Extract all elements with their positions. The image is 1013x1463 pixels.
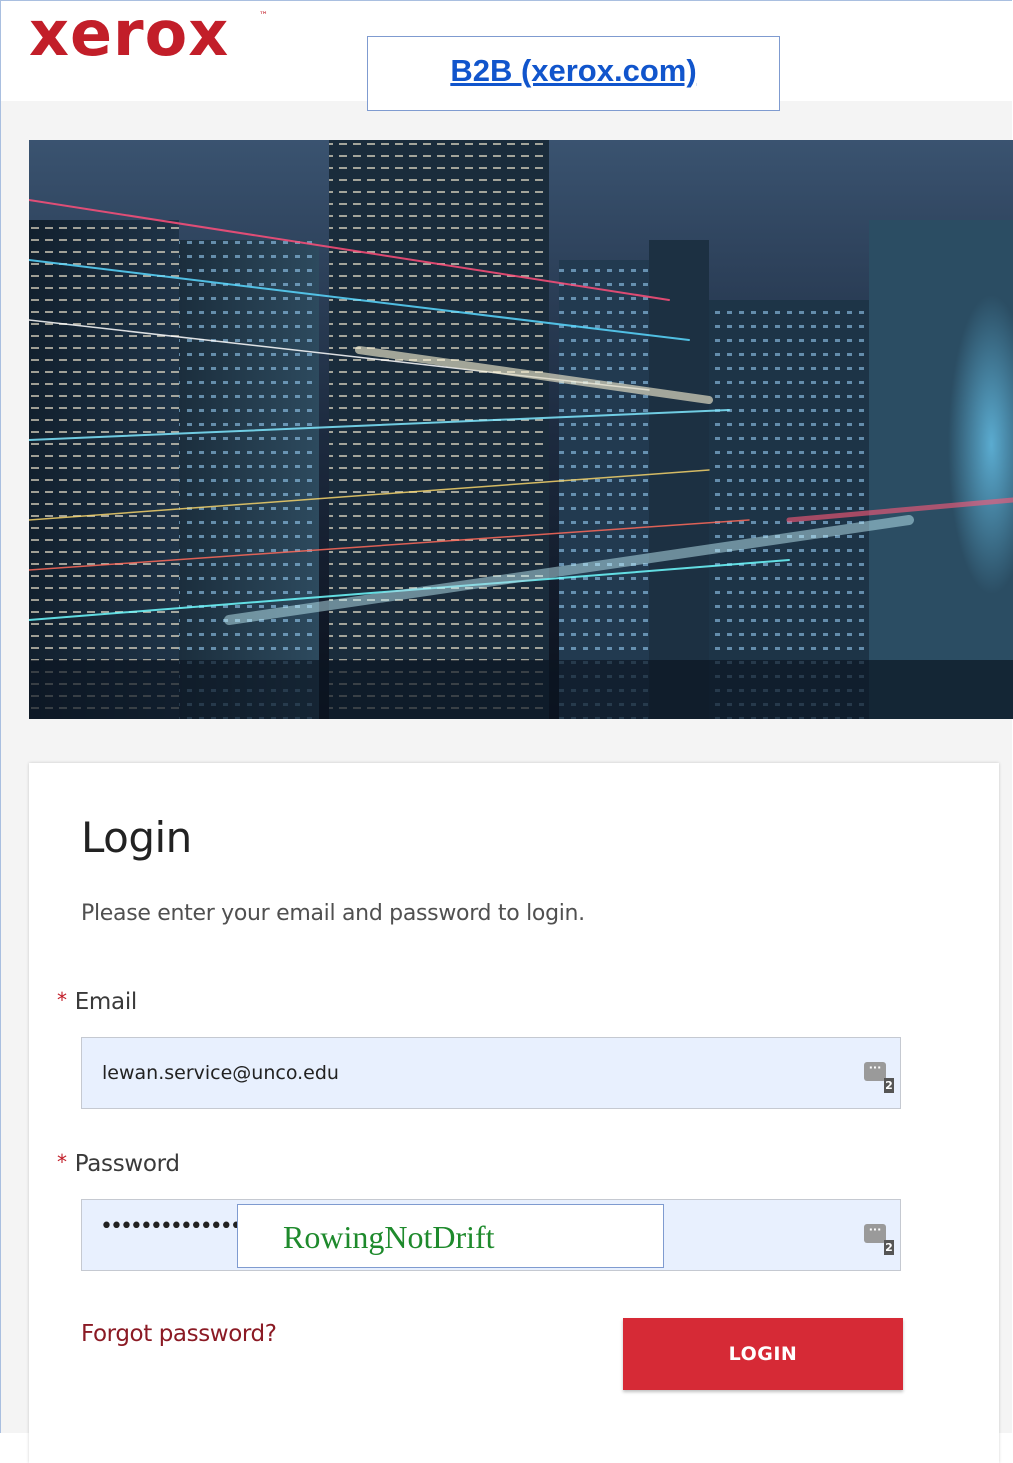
- key-bubble-icon: ···: [864, 1224, 886, 1243]
- password-annotation-text: RowingNotDrift: [283, 1219, 495, 1255]
- password-manager-count: 2: [884, 1078, 894, 1093]
- password-annotation-box: RowingNotDrift: [237, 1204, 664, 1268]
- password-masked-value: ••••••••••••••••: [100, 1214, 263, 1239]
- login-button[interactable]: LOGIN: [623, 1318, 903, 1390]
- required-marker: *: [57, 988, 67, 1012]
- password-manager-icon[interactable]: ··· 2: [864, 1062, 894, 1102]
- password-manager-count: 2: [884, 1240, 894, 1255]
- login-card: Login Please enter your email and passwo…: [29, 763, 999, 1463]
- trademark-mark: ™: [259, 11, 268, 21]
- b2b-link[interactable]: B2B (xerox.com): [450, 53, 696, 95]
- key-bubble-icon: ···: [864, 1062, 886, 1081]
- forgot-password-link[interactable]: Forgot password?: [81, 1321, 277, 1347]
- password-label-text: Password: [74, 1151, 180, 1177]
- email-label: * Email: [57, 988, 138, 1015]
- required-marker: *: [57, 1150, 67, 1174]
- email-field[interactable]: lewan.service@unco.edu ··· 2: [81, 1037, 901, 1109]
- xerox-logo: xerox: [29, 0, 230, 70]
- password-manager-icon[interactable]: ··· 2: [864, 1224, 894, 1264]
- email-value: lewan.service@unco.edu: [102, 1062, 339, 1084]
- email-label-text: Email: [74, 989, 138, 1015]
- login-instructions: Please enter your email and password to …: [81, 901, 585, 926]
- password-label: * Password: [57, 1150, 180, 1177]
- b2b-link-box: B2B (xerox.com): [367, 36, 780, 111]
- city-skyline-hero-image: [29, 140, 1013, 719]
- login-title: Login: [81, 813, 192, 862]
